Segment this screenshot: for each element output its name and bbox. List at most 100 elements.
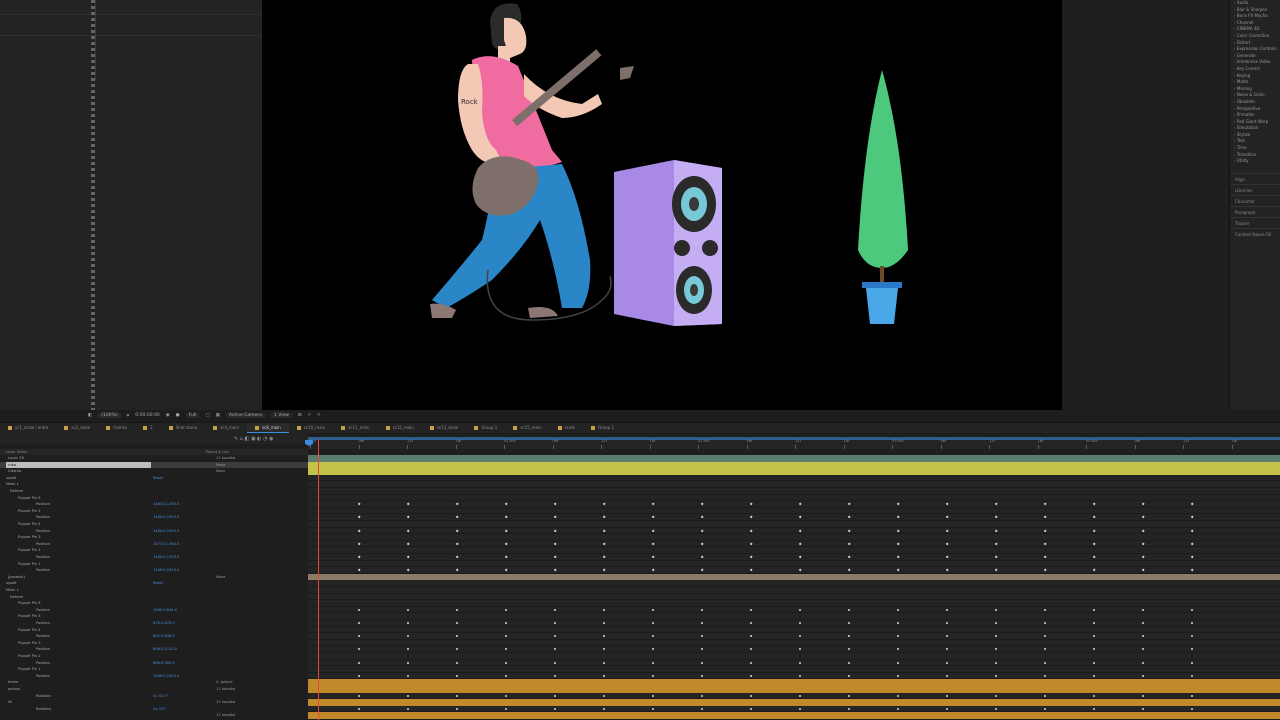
keyframe[interactable]: [358, 622, 360, 624]
property-value[interactable]: 1484.0,1093.0: [153, 528, 179, 535]
keyframe[interactable]: [652, 707, 654, 710]
comp-tab[interactable]: scale: [550, 423, 583, 433]
property-row[interactable]: Position 1484.0,1293.0: [0, 501, 308, 508]
property-value[interactable]: 800.0,846.0: [153, 633, 175, 640]
keyframe[interactable]: [1191, 661, 1193, 664]
keyframe[interactable]: [603, 608, 605, 611]
keyframe[interactable]: [1044, 694, 1046, 697]
keyframe[interactable]: [995, 694, 997, 697]
property-value[interactable]: 1073.0,1764.0: [153, 541, 179, 548]
property-value[interactable]: 806.0,1113.0: [153, 646, 177, 653]
keyframe[interactable]: [456, 694, 458, 697]
property-value[interactable]: 1109.0,1613.0: [153, 567, 179, 574]
side-panel-header[interactable]: Content-Aware Fill: [1230, 227, 1280, 239]
keyframe[interactable]: [1142, 694, 1144, 697]
layer-row[interactable]: Layer 26 11 kosulka: [0, 455, 308, 462]
property-row[interactable]: Position 866.0,985.0: [0, 660, 308, 667]
keyframe[interactable]: [701, 608, 703, 611]
property-value[interactable]: 1089.0,844.0: [153, 607, 177, 614]
side-panel-header[interactable]: Character: [1230, 194, 1280, 206]
keyframe[interactable]: [946, 622, 948, 624]
keyframe[interactable]: [1044, 674, 1046, 677]
zoom-dropdown[interactable]: (100%): [98, 413, 121, 418]
keyframe[interactable]: [358, 608, 360, 611]
property-row[interactable]: Position 800.0,846.0: [0, 633, 308, 640]
keyframe[interactable]: [750, 707, 752, 710]
property-row[interactable]: Puppet Pin 5: [0, 508, 308, 515]
keyframe[interactable]: [946, 694, 948, 697]
keyframe[interactable]: [1142, 622, 1144, 624]
layer-row[interactable]: Gitarka None: [0, 468, 308, 475]
effect-category[interactable]: Noise & Grain: [1230, 92, 1280, 99]
effect-category[interactable]: Utility: [1230, 158, 1280, 165]
keyframe[interactable]: [554, 674, 556, 677]
keyframe[interactable]: [1093, 661, 1095, 664]
effect-category[interactable]: Stylize: [1230, 132, 1280, 139]
property-row[interactable]: Rotation 0x-4.0°: [0, 706, 308, 713]
side-panel-header[interactable]: Libraries: [1230, 183, 1280, 195]
keyframe[interactable]: [456, 608, 458, 611]
layer-duration-bar[interactable]: [308, 686, 1280, 693]
keyframe[interactable]: [456, 674, 458, 677]
keyframe[interactable]: [554, 661, 556, 664]
keyframe[interactable]: [1142, 674, 1144, 677]
keyframe[interactable]: [407, 707, 409, 710]
keyframe[interactable]: [407, 694, 409, 697]
property-row[interactable]: Puppet Pin 2: [0, 653, 308, 660]
current-time-indicator[interactable]: [318, 440, 319, 720]
view-layout-dropdown[interactable]: 1 View: [270, 413, 292, 418]
layer-duration-bar[interactable]: [308, 573, 1280, 581]
effect-category[interactable]: Transition: [1230, 152, 1280, 159]
property-value[interactable]: 0x-10.0°: [153, 693, 169, 700]
layer-duration-bar[interactable]: [308, 699, 1280, 706]
property-row[interactable]: Mesh 1: [0, 587, 308, 594]
layer-row[interactable]: lik 11 kosulka: [0, 699, 308, 706]
property-row[interactable]: Puppet Pin 6: [0, 495, 308, 502]
keyframe[interactable]: [946, 661, 948, 664]
layer-duration-bar[interactable]: [308, 461, 1280, 469]
keyframe[interactable]: [1191, 622, 1193, 624]
effect-category[interactable]: Matte: [1230, 79, 1280, 86]
keyframe[interactable]: [652, 694, 654, 697]
effect-category[interactable]: Time: [1230, 145, 1280, 152]
layer-row[interactable]: ruka None: [0, 461, 308, 469]
property-row[interactable]: Puppet Pin 3: [0, 640, 308, 647]
keyframe[interactable]: [750, 674, 752, 677]
keyframe[interactable]: [799, 608, 801, 611]
effect-category[interactable]: Key Correct: [1230, 66, 1280, 73]
fast-preview-icon[interactable]: ⚡: [308, 413, 311, 418]
keyframe[interactable]: [1142, 707, 1144, 710]
keyframe[interactable]: [1142, 608, 1144, 611]
layer-duration-bar[interactable]: [308, 468, 1280, 475]
camera-dropdown[interactable]: Active Camera: [225, 413, 265, 418]
effect-category[interactable]: Expression Controls: [1230, 46, 1280, 53]
keyframe[interactable]: [848, 608, 850, 611]
color-channel-icon[interactable]: ●: [176, 413, 180, 418]
keyframe[interactable]: [505, 661, 507, 664]
parent-dropdown[interactable]: None: [216, 468, 225, 475]
composition-viewer[interactable]: Rock: [262, 0, 1062, 410]
comp-tab[interactable]: sc1_scale i entre: [0, 423, 56, 433]
comp-tab[interactable]: sc10_main: [289, 423, 333, 433]
property-row[interactable]: Position 1073.0,1764.0: [0, 541, 308, 548]
effect-category[interactable]: Blur & Sharpen: [1230, 7, 1280, 14]
effect-category[interactable]: Generate: [1230, 53, 1280, 60]
keyframe[interactable]: [848, 674, 850, 677]
property-row[interactable]: Mesh 1: [0, 481, 308, 488]
effect-category[interactable]: Audio: [1230, 0, 1280, 7]
keyframe[interactable]: [505, 622, 507, 624]
keyframe[interactable]: [456, 661, 458, 664]
keyframe[interactable]: [603, 661, 605, 664]
keyframe[interactable]: [701, 694, 703, 697]
property-row[interactable]: Puppet Pin 6: [0, 600, 308, 607]
property-value[interactable]: 1484.0,1703.0: [153, 554, 179, 561]
parent-dropdown[interactable]: None: [216, 574, 225, 581]
comp-tab[interactable]: 2: [135, 423, 161, 433]
property-row[interactable]: Deform: [0, 488, 308, 495]
keyframe[interactable]: [1044, 661, 1046, 664]
side-panel-header[interactable]: Paragraph: [1230, 205, 1280, 217]
property-row[interactable]: Position 1089.0,844.0: [0, 607, 308, 614]
property-value[interactable]: 866.0,985.0: [153, 660, 175, 667]
property-value[interactable]: 1089.0,1094.0: [153, 673, 179, 680]
keyframe[interactable]: [701, 622, 703, 624]
